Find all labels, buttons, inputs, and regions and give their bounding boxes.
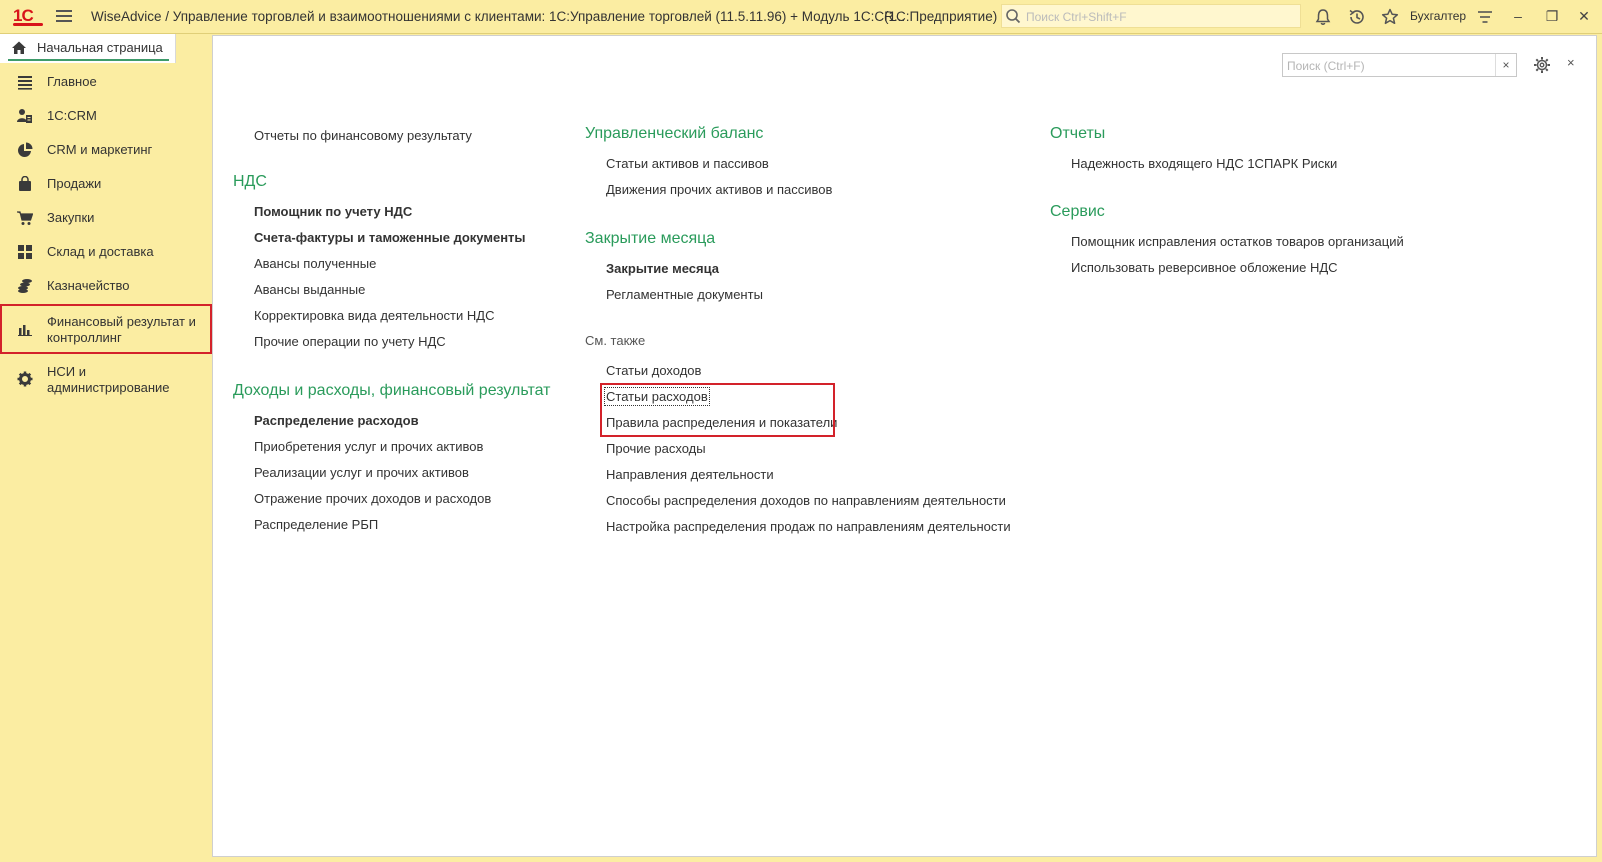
home-icon xyxy=(12,41,26,54)
sidebar-item-1c-crm[interactable]: 1С:CRM xyxy=(0,100,212,132)
link-rbp-distribution[interactable]: Распределение РБП xyxy=(254,517,378,532)
link-vat-reliability-spark[interactable]: Надежность входящего НДС 1СПАРК Риски xyxy=(1071,156,1337,171)
link-activity-directions[interactable]: Направления деятельности xyxy=(606,467,774,482)
main-menu-icon[interactable] xyxy=(56,9,72,23)
global-search-box[interactable] xyxy=(1001,4,1301,28)
group-title-management-balance: Управленческий баланс xyxy=(585,125,764,142)
close-panel-button[interactable]: × xyxy=(1567,53,1583,73)
link-distribution-rules[interactable]: Правила распределения и показатели xyxy=(606,415,837,430)
shopping-bag-icon xyxy=(19,176,31,191)
sidebar: Главное 1С:CRM CRM и маркетинг Продажи З… xyxy=(0,64,212,862)
link-income-items[interactable]: Статьи доходов xyxy=(606,363,701,378)
sidebar-item-main[interactable]: Главное xyxy=(0,66,212,98)
menu-settings-icon[interactable] xyxy=(1475,7,1495,27)
star-icon[interactable] xyxy=(1380,7,1400,27)
gear-icon[interactable] xyxy=(1533,56,1551,74)
link-advances-received[interactable]: Авансы полученные xyxy=(254,256,376,271)
link-other-income-expenses[interactable]: Отражение прочих доходов и расходов xyxy=(254,491,491,506)
link-reverse-vat[interactable]: Использовать реверсивное обложение НДС xyxy=(1071,260,1338,275)
section-search-input[interactable] xyxy=(1285,56,1494,76)
bar-chart-icon xyxy=(18,325,32,336)
app-mode: (1С:Предприятие) xyxy=(884,9,998,24)
sidebar-item-label: НСИ и администрирование xyxy=(47,364,170,395)
link-expense-distribution[interactable]: Распределение расходов xyxy=(254,413,419,428)
coins-icon xyxy=(18,279,32,293)
gear-icon xyxy=(17,371,33,387)
link-expense-items[interactable]: Статьи расходов xyxy=(604,387,710,406)
sidebar-item-label: Казначейство xyxy=(47,278,130,293)
see-also-title: См. также xyxy=(585,333,646,348)
sidebar-item-sales[interactable]: Продажи xyxy=(0,168,212,200)
search-icon xyxy=(1006,9,1021,24)
link-stock-correction-assistant[interactable]: Помощник исправления остатков товаров ор… xyxy=(1071,234,1404,249)
sidebar-item-label: CRM и маркетинг xyxy=(47,142,153,157)
close-window-button[interactable]: ✕ xyxy=(1572,5,1596,27)
link-regulatory-documents[interactable]: Регламентные документы xyxy=(606,287,763,302)
restore-button[interactable]: ❐ xyxy=(1540,5,1564,27)
link-income-distribution-methods[interactable]: Способы распределения доходов по направл… xyxy=(606,493,1006,508)
title-bar: 1С WiseAdvice / Управление торговлей и в… xyxy=(0,0,1602,34)
link-advances-issued[interactable]: Авансы выданные xyxy=(254,282,365,297)
sidebar-item-label: Продажи xyxy=(47,176,102,191)
link-other-assets-movements[interactable]: Движения прочих активов и пассивов xyxy=(606,182,832,197)
sidebar-item-label: Главное xyxy=(47,74,97,89)
current-user[interactable]: Бухгалтер xyxy=(1410,0,1466,33)
link-invoices-customs[interactable]: Счета-фактуры и таможенные документы xyxy=(254,230,526,245)
home-tab-label: Начальная страница xyxy=(37,40,163,55)
link-other-expenses[interactable]: Прочие расходы xyxy=(606,441,706,456)
sidebar-item-financial-result[interactable]: Финансовый результат и контроллинг xyxy=(0,304,212,354)
sidebar-item-nsi-admin[interactable]: НСИ и администрирование xyxy=(0,356,212,406)
warehouse-grid-icon xyxy=(18,245,32,259)
sidebar-item-label: 1С:CRM xyxy=(47,108,97,123)
link-services-sales[interactable]: Реализации услуг и прочих активов xyxy=(254,465,469,480)
bottom-border xyxy=(212,857,1602,862)
shopping-cart-icon xyxy=(17,211,33,225)
crm-users-icon xyxy=(17,109,32,123)
sidebar-item-crm-marketing[interactable]: CRM и маркетинг xyxy=(0,134,212,166)
sidebar-item-label: Финансовый результат и контроллинг xyxy=(47,314,196,345)
clear-search-button[interactable]: × xyxy=(1495,54,1516,76)
sidebar-item-warehouse[interactable]: Склад и доставка xyxy=(0,236,212,268)
sidebar-item-label: Закупки xyxy=(47,210,95,225)
group-title-reports: Отчеты xyxy=(1050,125,1106,142)
sidebar-item-label: Склад и доставка xyxy=(47,244,154,259)
bell-icon[interactable] xyxy=(1313,7,1333,27)
group-title-month-closing: Закрытие месяца xyxy=(585,230,716,247)
link-vat-activity-correction[interactable]: Корректировка вида деятельности НДС xyxy=(254,308,494,323)
link-month-closing[interactable]: Закрытие месяца xyxy=(606,261,719,276)
link-services-purchases[interactable]: Приобретения услуг и прочих активов xyxy=(254,439,483,454)
home-tab[interactable]: Начальная страница xyxy=(0,34,176,63)
1c-logo: 1С xyxy=(13,5,43,27)
link-other-vat-operations[interactable]: Прочие операции по учету НДС xyxy=(254,334,446,349)
group-title-service: Сервис xyxy=(1050,203,1105,220)
group-title-vat: НДС xyxy=(233,173,267,190)
pie-chart-icon xyxy=(18,142,33,157)
sidebar-item-treasury[interactable]: Казначейство xyxy=(0,270,212,302)
sidebar-item-purchases[interactable]: Закупки xyxy=(0,202,212,234)
link-assets-liabilities-items[interactable]: Статьи активов и пассивов xyxy=(606,156,769,171)
group-title-income-expenses: Доходы и расходы, финансовый результат xyxy=(233,382,551,399)
history-icon[interactable] xyxy=(1347,7,1367,27)
link-vat-assistant[interactable]: Помощник по учету НДС xyxy=(254,204,412,219)
link-financial-result-reports[interactable]: Отчеты по финансовому результату xyxy=(254,128,472,143)
main-panel: × × Отчеты по финансовому результату НДС… xyxy=(212,35,1597,857)
global-search-input[interactable] xyxy=(1024,7,1298,27)
section-search-box[interactable]: × xyxy=(1282,53,1517,77)
list-icon xyxy=(18,76,32,90)
app-title: WiseAdvice / Управление торговлей и взаи… xyxy=(91,9,906,24)
minimize-button[interactable]: – xyxy=(1506,5,1530,27)
link-sales-distribution-settings[interactable]: Настройка распределения продаж по направ… xyxy=(606,519,1011,534)
